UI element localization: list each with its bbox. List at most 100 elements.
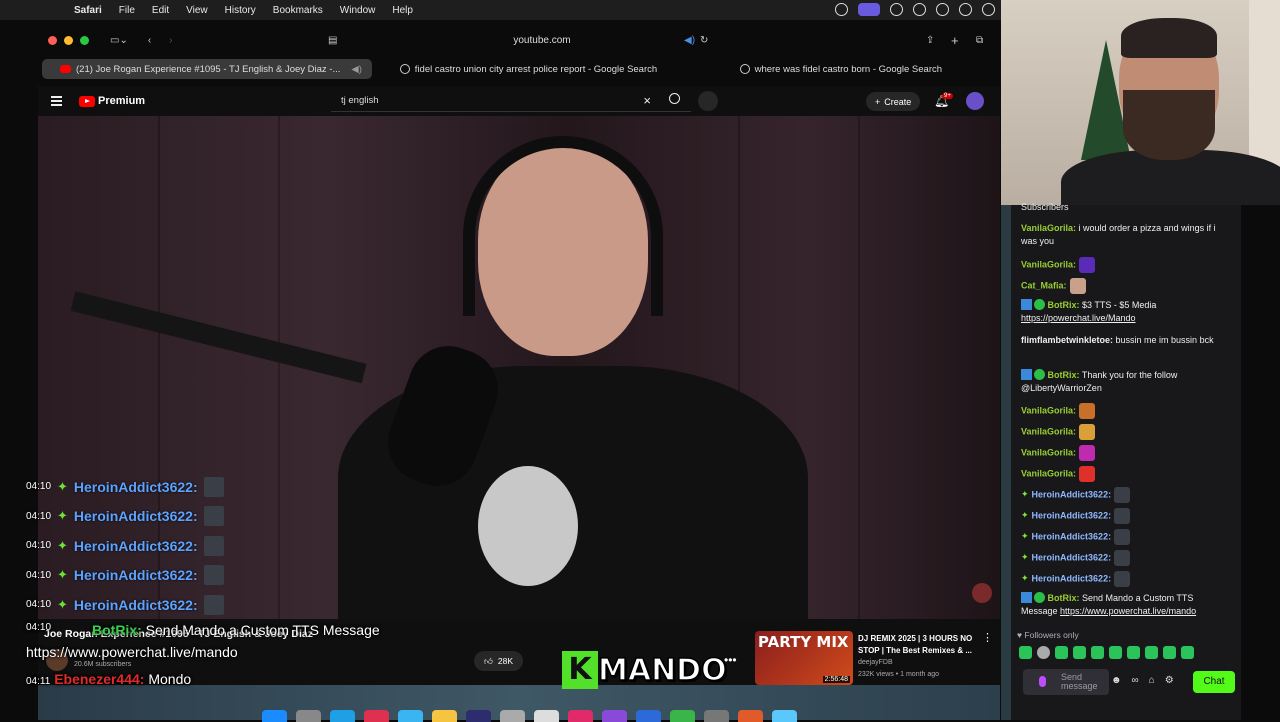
- chat-username[interactable]: VanilaGorila:: [1021, 468, 1076, 478]
- overlay-username: Ebenezer444:: [54, 671, 145, 687]
- audio-playing-icon[interactable]: ◀): [684, 35, 695, 46]
- account-avatar[interactable]: [966, 92, 984, 110]
- address-bar[interactable]: youtube.com: [492, 35, 592, 46]
- menu-app[interactable]: Safari: [74, 5, 102, 16]
- emote-button[interactable]: [1145, 646, 1158, 659]
- reader-icon[interactable]: ▤: [328, 35, 337, 46]
- search-icon[interactable]: [669, 93, 680, 104]
- emote-button[interactable]: [1037, 646, 1050, 659]
- emote-image: [1114, 487, 1131, 503]
- chat-username[interactable]: VanilaGorila:: [1021, 426, 1076, 436]
- emote-button[interactable]: [1109, 646, 1122, 659]
- tab-fidel-arrest[interactable]: fidel castro union city arrest police re…: [372, 59, 684, 79]
- screen-record-icon[interactable]: [858, 3, 880, 16]
- mail-icon[interactable]: [398, 710, 423, 722]
- display-icon[interactable]: [959, 3, 972, 16]
- back-icon[interactable]: ‹: [148, 35, 151, 46]
- chat-username[interactable]: BotRix:: [1048, 593, 1080, 603]
- app-icon[interactable]: [602, 710, 627, 722]
- chat-username[interactable]: Cat_Mafia:: [1021, 280, 1067, 290]
- emote-button[interactable]: [1163, 646, 1176, 659]
- control-center-icon[interactable]: [835, 3, 848, 16]
- chat-username[interactable]: VanilaGorila:: [1021, 405, 1076, 415]
- chat-username[interactable]: flimflambetwinkletoe:: [1021, 335, 1113, 345]
- chat-username[interactable]: HeroinAddict3622:: [1032, 489, 1112, 499]
- chat-username[interactable]: VanilaGorila:: [1021, 223, 1076, 233]
- safari-icon[interactable]: [330, 710, 355, 722]
- tab-fidel-born[interactable]: where was fidel castro born - Google Sea…: [685, 59, 997, 79]
- youtube-logo[interactable]: Premium: [79, 95, 145, 107]
- chat-username[interactable]: BotRix:: [1048, 370, 1080, 380]
- wifi-icon[interactable]: [982, 3, 995, 16]
- emote-button[interactable]: [1091, 646, 1104, 659]
- app-icon[interactable]: [772, 710, 797, 722]
- channel-watermark-icon[interactable]: [972, 583, 992, 603]
- app-icon[interactable]: [534, 710, 559, 722]
- close-window-button[interactable]: [48, 35, 57, 45]
- new-tab-icon[interactable]: +: [951, 33, 959, 48]
- recommended-more-icon[interactable]: ⋮: [982, 631, 993, 644]
- chat-username[interactable]: BotRix:: [1048, 300, 1080, 310]
- menu-bookmarks[interactable]: Bookmarks: [273, 5, 323, 16]
- overlay-username: HeroinAddict3622:: [73, 567, 198, 584]
- chat-username[interactable]: VanilaGorila:: [1021, 259, 1076, 269]
- tab-audio-icon[interactable]: ◀): [351, 64, 361, 75]
- store-icon[interactable]: ⌂: [1149, 675, 1155, 686]
- recommended-thumbnail[interactable]: PARTY MIX 2:56:48: [755, 631, 853, 685]
- forward-icon[interactable]: ›: [169, 35, 172, 46]
- menu-file[interactable]: File: [119, 5, 135, 16]
- sidebar-icon[interactable]: ▭⌄: [110, 35, 128, 46]
- app-icon[interactable]: [670, 710, 695, 722]
- emote-button[interactable]: [1127, 646, 1140, 659]
- menu-edit[interactable]: Edit: [152, 5, 169, 16]
- voice-mic-icon[interactable]: [1039, 676, 1046, 687]
- emote-button[interactable]: [1019, 646, 1032, 659]
- app-icon[interactable]: [568, 710, 593, 722]
- zoom-window-button[interactable]: [80, 35, 89, 45]
- dark-mode-icon[interactable]: [913, 3, 926, 16]
- recommended-channel[interactable]: deejayFDB: [858, 659, 893, 666]
- emote-picker-icon[interactable]: ☻: [1111, 675, 1122, 686]
- chat-message-input[interactable]: Send message: [1023, 669, 1109, 695]
- emote-button[interactable]: [1055, 646, 1068, 659]
- menu-history[interactable]: History: [225, 5, 256, 16]
- link-icon[interactable]: ∞: [1132, 675, 1139, 686]
- app-icon[interactable]: [466, 710, 491, 722]
- finder-icon[interactable]: [262, 710, 287, 722]
- menu-help[interactable]: Help: [392, 5, 413, 16]
- menu-window[interactable]: Window: [340, 5, 376, 16]
- hamburger-menu-icon[interactable]: [51, 94, 62, 109]
- voice-search-icon[interactable]: [698, 91, 718, 111]
- clock-icon[interactable]: [936, 3, 949, 16]
- emote-button[interactable]: [1181, 646, 1194, 659]
- clear-search-icon[interactable]: ×: [643, 93, 651, 108]
- app-icon[interactable]: [636, 710, 661, 722]
- menu-extra-icon[interactable]: [890, 3, 903, 16]
- settings-icon[interactable]: [500, 710, 525, 722]
- app-icon[interactable]: [704, 710, 729, 722]
- chat-link[interactable]: https://powerchat.live/Mando: [1021, 313, 1136, 323]
- chat-username[interactable]: HeroinAddict3622:: [1032, 531, 1112, 541]
- emote-button[interactable]: [1073, 646, 1086, 659]
- tab-joe-rogan[interactable]: (21) Joe Rogan Experience #1095 - TJ Eng…: [42, 59, 373, 79]
- menu-view[interactable]: View: [186, 5, 208, 16]
- app-icon[interactable]: [738, 710, 763, 722]
- search-input[interactable]: tj english ×: [331, 90, 691, 112]
- reload-icon[interactable]: ↻: [700, 35, 708, 46]
- chat-send-button[interactable]: Chat: [1193, 671, 1235, 693]
- chat-username[interactable]: VanilaGorila:: [1021, 447, 1076, 457]
- recommended-title[interactable]: DJ REMIX 2025 | 3 HOURS NO STOP | The Be…: [858, 633, 978, 657]
- chat-username[interactable]: HeroinAddict3622:: [1032, 510, 1112, 520]
- music-icon[interactable]: [364, 710, 389, 722]
- chat-settings-gear-icon[interactable]: ⚙: [1165, 675, 1174, 686]
- chat-username[interactable]: HeroinAddict3622:: [1032, 573, 1112, 583]
- like-button[interactable]: 👍︎ 28K: [474, 651, 524, 671]
- chat-link[interactable]: https://www.powerchat.live/mando: [1060, 606, 1196, 616]
- share-icon[interactable]: ⇪: [926, 35, 934, 46]
- chat-username[interactable]: HeroinAddict3622:: [1032, 552, 1112, 562]
- notes-icon[interactable]: [432, 710, 457, 722]
- launchpad-icon[interactable]: [296, 710, 321, 722]
- minimize-window-button[interactable]: [64, 35, 73, 45]
- create-button[interactable]: + Create: [866, 92, 921, 111]
- tab-overview-icon[interactable]: ⧉: [976, 35, 983, 46]
